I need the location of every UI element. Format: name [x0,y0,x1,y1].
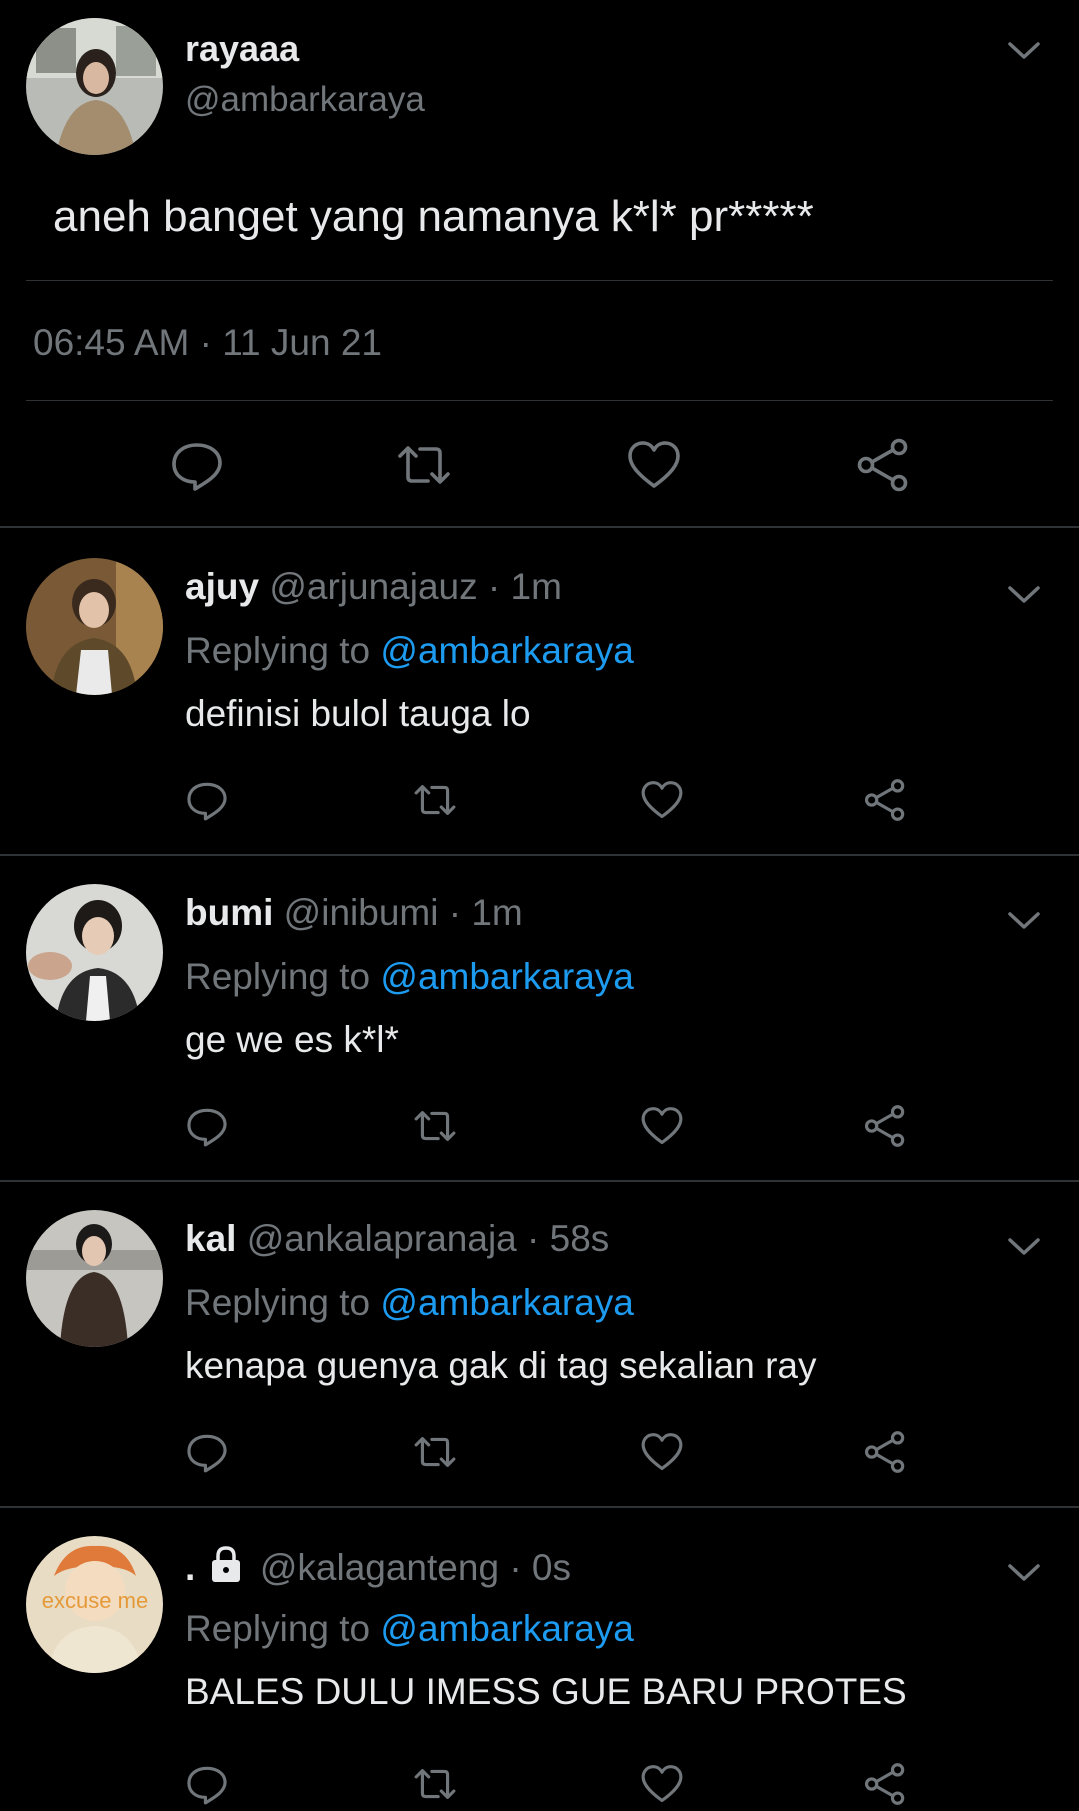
reply-icon[interactable] [185,1762,229,1806]
mention-link[interactable]: @ambarkaraya [380,1282,634,1323]
user-handle[interactable]: @arjunajauz [269,566,477,607]
lock-icon [206,1544,246,1584]
user-handle[interactable]: @ambarkaraya [185,80,425,120]
reply-text: BALES DULU IMESS GUE BARU PROTES [185,1671,907,1712]
reply-tweet[interactable]: excuse me . @kalaganteng · 0s Replying t… [0,1508,1079,1811]
replying-label: Replying to [185,1608,371,1649]
reply-time[interactable]: 1m [471,892,522,933]
reply-time[interactable]: 1m [511,566,562,607]
divider [26,280,1053,281]
tweet-timestamp[interactable]: 06:45 AM · 11 Jun 21 [33,322,382,364]
reply-icon[interactable] [185,1104,229,1148]
chevron-down-icon[interactable] [1004,900,1044,940]
reply-tweet[interactable]: kal @ankalapranaja · 58s Replying to @am… [0,1182,1079,1508]
chevron-down-icon[interactable] [1004,1226,1044,1266]
share-icon[interactable] [863,1762,907,1806]
chevron-down-icon[interactable] [1004,30,1044,70]
reply-text: ge we es k*l* [185,1019,399,1060]
share-icon[interactable] [855,437,911,493]
reply-icon[interactable] [185,778,229,822]
avatar[interactable] [26,884,163,1021]
reply-header: . @kalaganteng · 0s [185,1544,571,1589]
display-name[interactable]: kal [185,1218,236,1259]
action-bar [0,437,1079,497]
separator-dot: · [448,892,462,933]
retweet-icon[interactable] [413,1104,457,1148]
share-icon[interactable] [863,778,907,822]
reply-text: kenapa guenya gak di tag sekalian ray [185,1345,817,1386]
reply-text: definisi bulol tauga lo [185,693,531,734]
retweet-icon[interactable] [396,437,452,493]
action-bar [0,1762,1079,1810]
reply-time[interactable]: 0s [532,1547,571,1588]
avatar[interactable] [26,18,163,155]
separator-dot: · [509,1547,522,1588]
separator-dot: · [527,1218,540,1259]
separator-dot: · [487,566,501,607]
like-icon[interactable] [640,778,684,822]
like-icon[interactable] [640,1104,684,1148]
avatar[interactable] [26,1210,163,1347]
user-handle[interactable]: @ankalapranaja [247,1218,517,1259]
action-bar [0,778,1079,826]
action-bar [0,1430,1079,1478]
display-name[interactable]: . [185,1547,195,1588]
reply-header: ajuy @arjunajauz · 1m [185,566,562,608]
display-name[interactable]: bumi [185,892,273,933]
reply-icon[interactable] [169,437,225,493]
display-name[interactable]: rayaaa [185,28,299,70]
retweet-icon[interactable] [413,778,457,822]
replying-label: Replying to [185,956,371,997]
replying-to: Replying to @ambarkaraya [185,1282,634,1324]
replying-label: Replying to [185,1282,371,1323]
user-handle[interactable]: @inibumi [284,892,439,933]
retweet-icon[interactable] [413,1430,457,1474]
avatar[interactable] [26,558,163,695]
user-handle[interactable]: @kalaganteng [260,1547,499,1588]
like-icon[interactable] [626,437,682,493]
reply-tweet[interactable]: bumi @inibumi · 1m Replying to @ambarkar… [0,856,1079,1182]
reply-header: kal @ankalapranaja · 58s [185,1218,609,1260]
reply-icon[interactable] [185,1430,229,1474]
display-name[interactable]: ajuy [185,566,259,607]
reply-header: bumi @inibumi · 1m [185,892,523,934]
retweet-icon[interactable] [413,1762,457,1806]
avatar[interactable]: excuse me [26,1536,163,1673]
avatar-caption: excuse me [42,1588,148,1613]
mention-link[interactable]: @ambarkaraya [380,956,634,997]
replying-to: Replying to @ambarkaraya [185,630,634,672]
replying-to: Replying to @ambarkaraya [185,1608,634,1650]
reply-time[interactable]: 58s [550,1218,610,1259]
divider [26,400,1053,401]
main-tweet: rayaaa @ambarkaraya aneh banget yang nam… [0,0,1079,528]
like-icon[interactable] [640,1430,684,1474]
like-icon[interactable] [640,1762,684,1806]
replying-label: Replying to [185,630,371,671]
mention-link[interactable]: @ambarkaraya [380,1608,634,1649]
reply-tweet[interactable]: ajuy @arjunajauz · 1m Replying to @ambar… [0,530,1079,856]
chevron-down-icon[interactable] [1004,1552,1044,1592]
chevron-down-icon[interactable] [1004,574,1044,614]
tweet-text: aneh banget yang namanya k*l* pr***** [53,192,814,241]
replying-to: Replying to @ambarkaraya [185,956,634,998]
share-icon[interactable] [863,1104,907,1148]
mention-link[interactable]: @ambarkaraya [380,630,634,671]
share-icon[interactable] [863,1430,907,1474]
action-bar [0,1104,1079,1152]
